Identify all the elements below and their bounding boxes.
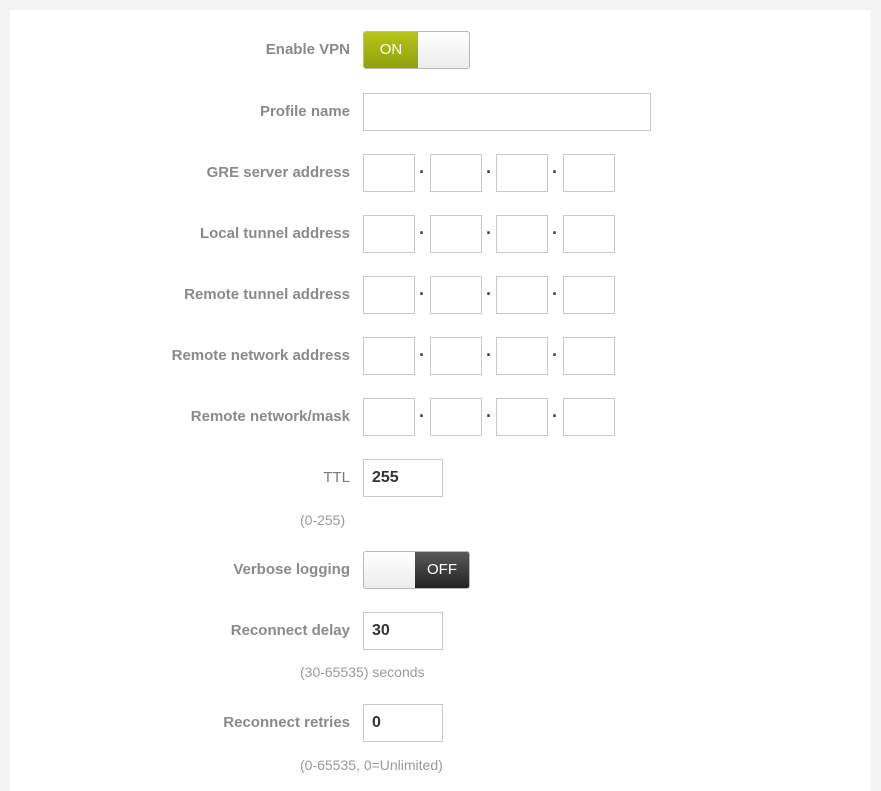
local-tunnel-octet-4[interactable]	[563, 215, 615, 253]
local-tunnel-octet-1[interactable]	[363, 215, 415, 253]
octet-separator: ·	[419, 223, 425, 243]
octet-separator: ·	[486, 406, 492, 426]
remote-tunnel-octet-4[interactable]	[563, 276, 615, 314]
profile-name-label: Profile name	[259, 103, 350, 120]
verbose-logging-row: Verbose logging OFF	[10, 551, 871, 589]
enable-vpn-toggle[interactable]: ON	[363, 31, 470, 69]
octet-separator: ·	[486, 162, 492, 182]
octet-separator: ·	[552, 406, 558, 426]
remote-network-octet-2[interactable]	[430, 337, 482, 375]
octet-separator: ·	[552, 284, 558, 304]
octet-separator: ·	[419, 406, 425, 426]
remote-mask-octet-2[interactable]	[430, 398, 482, 436]
verbose-logging-label: Verbose logging	[233, 561, 350, 578]
gre-server-address-row: GRE server address · · ·	[10, 154, 871, 192]
remote-tunnel-address-label: Remote tunnel address	[184, 286, 350, 303]
remote-network-mask-row: Remote network/mask · · ·	[10, 398, 871, 436]
gre-server-octet-2[interactable]	[430, 154, 482, 192]
remote-mask-octet-4[interactable]	[563, 398, 615, 436]
local-tunnel-octet-3[interactable]	[496, 215, 548, 253]
verbose-logging-toggle[interactable]: OFF	[363, 551, 470, 589]
reconnect-retries-input[interactable]	[363, 704, 443, 742]
octet-separator: ·	[419, 162, 425, 182]
remote-tunnel-octet-1[interactable]	[363, 276, 415, 314]
remote-network-octet-4[interactable]	[563, 337, 615, 375]
octet-separator: ·	[419, 284, 425, 304]
octet-separator: ·	[486, 345, 492, 365]
local-tunnel-address-label: Local tunnel address	[199, 225, 350, 242]
profile-name-row: Profile name	[10, 93, 871, 131]
profile-name-input[interactable]	[363, 93, 651, 131]
octet-separator: ·	[419, 345, 425, 365]
remote-tunnel-address-row: Remote tunnel address · · ·	[10, 276, 871, 314]
remote-network-octet-3[interactable]	[496, 337, 548, 375]
toggle-off-indicator: OFF	[415, 552, 469, 588]
remote-tunnel-octet-3[interactable]	[496, 276, 548, 314]
local-tunnel-address-row: Local tunnel address · · ·	[10, 215, 871, 253]
enable-vpn-label: Enable VPN	[265, 41, 350, 58]
octet-separator: ·	[552, 223, 558, 243]
gre-server-address-label: GRE server address	[206, 164, 350, 181]
octet-separator: ·	[486, 223, 492, 243]
reconnect-retries-hint: (0-65535, 0=Unlimited)	[300, 757, 443, 773]
octet-separator: ·	[486, 284, 492, 304]
gre-vpn-settings-panel: Enable VPN ON Profile name GRE server ad…	[10, 10, 871, 791]
gre-server-octet-1[interactable]	[363, 154, 415, 192]
reconnect-delay-hint: (30-65535) seconds	[300, 664, 425, 680]
remote-network-address-row: Remote network address · · ·	[10, 337, 871, 375]
ttl-label: TTL	[323, 469, 350, 486]
reconnect-retries-label: Reconnect retries	[223, 714, 350, 731]
ttl-input[interactable]	[363, 459, 443, 497]
local-tunnel-octet-2[interactable]	[430, 215, 482, 253]
toggle-on-indicator: ON	[364, 32, 418, 68]
remote-network-address-label: Remote network address	[171, 347, 350, 364]
reconnect-retries-row: Reconnect retries	[10, 704, 871, 742]
reconnect-delay-row: Reconnect delay	[10, 612, 871, 650]
enable-vpn-row: Enable VPN ON	[10, 31, 871, 69]
remote-network-octet-1[interactable]	[363, 337, 415, 375]
remote-mask-octet-3[interactable]	[496, 398, 548, 436]
reconnect-delay-input[interactable]	[363, 612, 443, 650]
gre-server-octet-3[interactable]	[496, 154, 548, 192]
remote-network-mask-label: Remote network/mask	[190, 408, 350, 425]
gre-server-octet-4[interactable]	[563, 154, 615, 192]
octet-separator: ·	[552, 162, 558, 182]
ttl-row: TTL	[10, 459, 871, 497]
ttl-range-hint: (0-255)	[300, 512, 346, 528]
reconnect-delay-label: Reconnect delay	[230, 622, 350, 639]
remote-mask-octet-1[interactable]	[363, 398, 415, 436]
remote-tunnel-octet-2[interactable]	[430, 276, 482, 314]
octet-separator: ·	[552, 345, 558, 365]
